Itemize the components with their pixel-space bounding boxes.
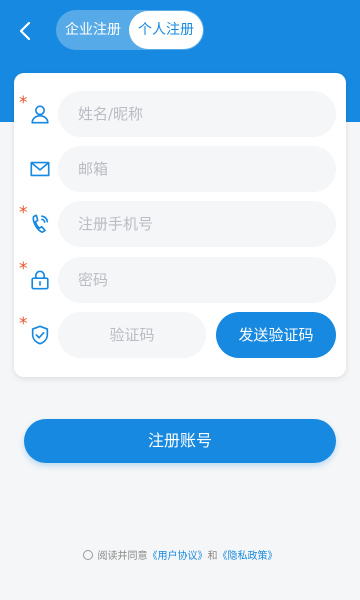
send-code-button[interactable]: 发送验证码	[216, 312, 336, 358]
agreement-row: 阅读并同意《用户协议》和《隐私政策》	[0, 547, 360, 562]
tab-enterprise-registration[interactable]: 企业注册	[56, 10, 130, 50]
password-row: *	[14, 257, 346, 303]
verification-code-input[interactable]	[58, 312, 206, 358]
tab-personal-registration[interactable]: 个人注册	[129, 11, 203, 49]
mail-icon	[28, 157, 52, 181]
user-icon	[28, 102, 52, 126]
register-account-button[interactable]: 注册账号	[24, 419, 336, 463]
required-marker: *	[19, 259, 28, 279]
phone-icon	[28, 212, 52, 236]
name-row: *	[14, 91, 346, 137]
agreement-and: 和	[207, 551, 218, 562]
registration-form-card: * * *	[14, 73, 346, 377]
password-input[interactable]	[58, 257, 336, 303]
user-agreement-link[interactable]: 《用户协议》	[148, 551, 208, 562]
agreement-prefix: 阅读并同意	[97, 551, 148, 562]
email-input[interactable]	[58, 146, 336, 192]
back-button[interactable]	[10, 16, 40, 46]
name-input[interactable]	[58, 91, 336, 137]
required-marker: *	[19, 314, 28, 334]
phone-row: *	[14, 201, 346, 247]
verification-code-row: * 发送验证码	[14, 312, 346, 358]
required-marker: *	[19, 93, 28, 113]
chevron-left-icon	[19, 21, 31, 41]
agreement-checkbox[interactable]	[82, 550, 93, 560]
registration-type-toggle: 企业注册 个人注册	[56, 10, 204, 50]
email-row	[14, 146, 346, 192]
phone-input[interactable]	[58, 201, 336, 247]
privacy-policy-link[interactable]: 《隐私政策》	[218, 551, 278, 562]
lock-icon	[28, 268, 52, 292]
required-marker: *	[19, 203, 28, 223]
shield-check-icon	[28, 323, 52, 347]
